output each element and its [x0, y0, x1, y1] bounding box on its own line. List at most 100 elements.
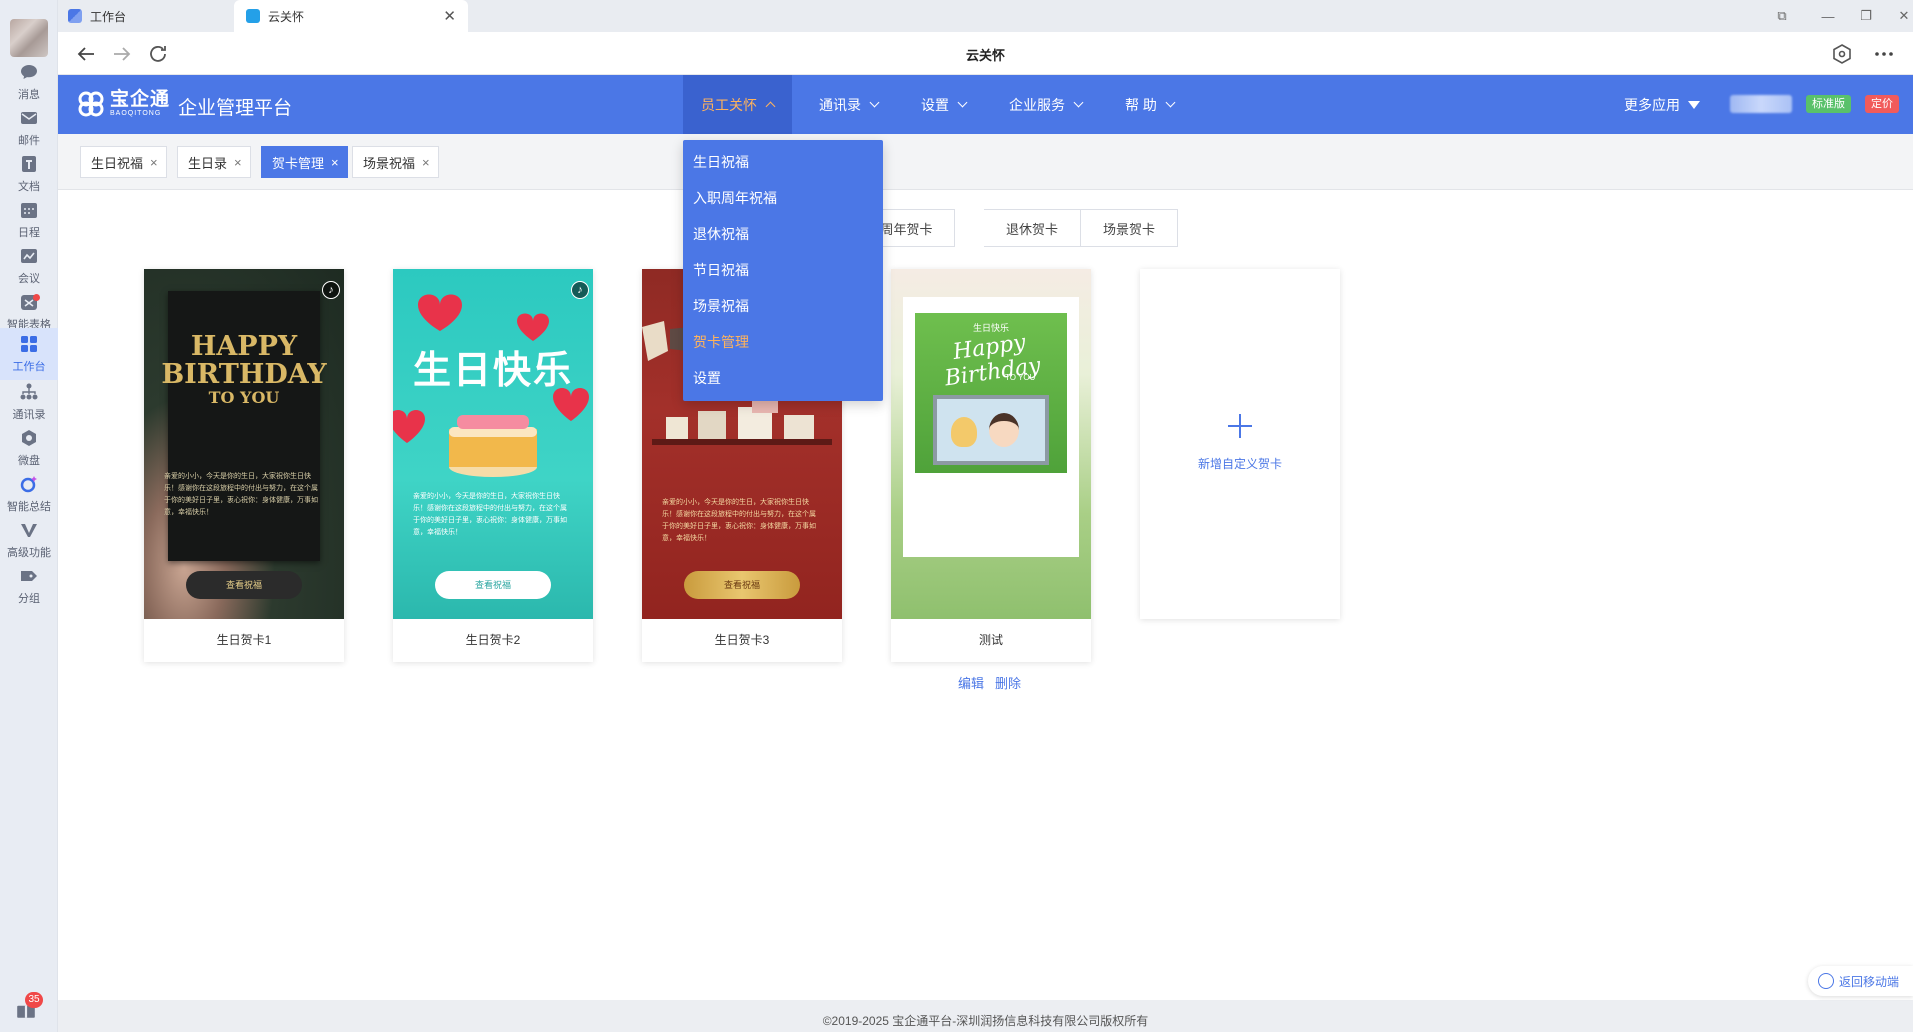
- card-body-text: 亲爱的小小，今天是你的生日，大家祝你生日快乐！感谢你在这段旅程中的付出与努力，在…: [164, 473, 318, 516]
- page-tab-card-management[interactable]: 贺卡管理 ×: [261, 146, 348, 178]
- caret-down-icon: [1688, 100, 1700, 109]
- edition-badge[interactable]: 标准版: [1806, 95, 1851, 113]
- rail-item-label: 消息: [18, 89, 40, 101]
- back-to-mobile-button[interactable]: 返回移动端: [1808, 966, 1913, 996]
- rail-item-label: 会议: [18, 273, 40, 285]
- add-custom-card-button[interactable]: 新增自定义贺卡: [1140, 269, 1340, 619]
- browser-tab-label: 云关怀: [268, 9, 305, 24]
- chat-bubble-icon: [21, 65, 37, 79]
- edit-card-link[interactable]: 编辑: [958, 673, 984, 692]
- rail-item-label: 邮件: [18, 135, 40, 147]
- rail-item-meeting[interactable]: 会议: [0, 240, 58, 292]
- card-view-button: 查看祝福: [684, 571, 800, 599]
- browser-tab-yunguanhuai[interactable]: 云关怀 ✕: [234, 0, 468, 32]
- gift-notification-button[interactable]: 35: [15, 992, 43, 1024]
- card-thumbnail: HAPPY BIRTHDAY TO YOU 亲爱的小小，今天是你的生日，大家祝你…: [144, 269, 344, 619]
- more-apps-menu[interactable]: 更多应用: [1624, 75, 1700, 134]
- rail-item-calendar[interactable]: 日程: [0, 194, 58, 246]
- card-birthday-2[interactable]: 生日快乐 亲爱的小小，今天是你的生日，大家祝你生日快乐！感谢你在这段旅程中的付出…: [393, 269, 593, 662]
- chevron-down-icon: [1073, 97, 1084, 108]
- meeting-icon: [21, 249, 37, 263]
- nav-enterprise-service[interactable]: 企业服务: [1009, 75, 1084, 134]
- card-view-button: 查看祝福: [435, 571, 551, 599]
- minimize-icon[interactable]: —: [1810, 0, 1846, 32]
- window-close-icon[interactable]: ✕: [1886, 0, 1913, 32]
- logo-cn-text: 宝企通: [110, 89, 171, 110]
- brand-logo[interactable]: 宝企通 BAOQITONG: [78, 90, 170, 117]
- rail-item-contacts[interactable]: 通讯录: [0, 376, 58, 428]
- nav-label: 设置: [921, 96, 949, 113]
- music-note-icon[interactable]: ♪: [322, 281, 340, 299]
- card-headline: 生日快乐: [412, 350, 573, 392]
- rail-item-drive[interactable]: 微盘: [0, 422, 58, 474]
- restore-icon[interactable]: ❐: [1848, 0, 1884, 32]
- card-birthday-1[interactable]: HAPPY BIRTHDAY TO YOU 亲爱的小小，今天是你的生日，大家祝你…: [144, 269, 344, 662]
- logo-en-text: BAOQITONG: [110, 110, 162, 117]
- left-rail: 消息 邮件 文档 日程 会议 智能表格 工作台 通讯录 微盘 智能总结 高级功能: [0, 0, 58, 1032]
- rail-item-label: 通讯录: [12, 409, 46, 421]
- pin-window-icon[interactable]: ⧉: [1764, 0, 1800, 32]
- page-tab-scene[interactable]: 场景祝福 ×: [352, 146, 439, 178]
- user-avatar[interactable]: [10, 19, 48, 57]
- workbench-grid-icon: [21, 336, 37, 352]
- close-icon[interactable]: ×: [422, 155, 430, 170]
- browser-tab-workbench[interactable]: 工作台: [68, 0, 238, 32]
- back-circle-icon: [1818, 973, 1834, 989]
- rail-item-label: 工作台: [12, 361, 46, 373]
- card-view-button: 查看祝福: [186, 571, 302, 599]
- app-icon: [246, 9, 260, 23]
- close-icon[interactable]: ✕: [443, 7, 456, 25]
- segment-retirement-cards[interactable]: 退休贺卡: [984, 209, 1081, 247]
- nav-contacts[interactable]: 通讯录: [819, 75, 880, 134]
- pricing-badge[interactable]: 定价: [1865, 95, 1899, 113]
- page-tab-birthday[interactable]: 生日祝福 ×: [80, 146, 167, 178]
- page-title: 云关怀: [965, 48, 1005, 63]
- page-tab-strip: 生日祝福 × 生日录 × 贺卡管理 × 场景祝福 ×: [58, 134, 1913, 190]
- rail-item-label: 微盘: [18, 455, 40, 467]
- workbench-grid-icon: [68, 9, 82, 23]
- page-tab-birthday-list[interactable]: 生日录 ×: [177, 146, 251, 178]
- card-caption: 测试: [978, 633, 1003, 647]
- music-note-icon[interactable]: ♪: [571, 281, 589, 299]
- rail-item-messages[interactable]: 消息: [0, 56, 58, 108]
- menu-item-retirement[interactable]: 退休祝福: [693, 224, 749, 244]
- address-bar: 云关怀: [58, 32, 1913, 75]
- nav-label: 企业服务: [1009, 96, 1065, 113]
- close-icon[interactable]: ×: [234, 155, 242, 170]
- notification-count-badge: 35: [25, 992, 43, 1008]
- menu-item-scene[interactable]: 场景祝福: [693, 296, 749, 316]
- nav-help[interactable]: 帮 助: [1125, 75, 1176, 134]
- menu-item-card-management[interactable]: 贺卡管理: [693, 332, 749, 352]
- settings-hex-icon[interactable]: [1830, 42, 1854, 66]
- nav-employee-care[interactable]: 员工关怀: [683, 75, 792, 134]
- nav-settings[interactable]: 设置: [921, 75, 968, 134]
- menu-item-anniversary[interactable]: 入职周年祝福: [693, 188, 777, 208]
- org-chart-icon: [20, 383, 38, 400]
- menu-item-festival[interactable]: 节日祝福: [693, 260, 749, 280]
- menu-item-birthday[interactable]: 生日祝福: [693, 152, 749, 172]
- page-tab-label: 生日录: [188, 155, 228, 171]
- rail-item-mail[interactable]: 邮件: [0, 102, 58, 154]
- rail-item-docs[interactable]: 文档: [0, 148, 58, 200]
- browser-tab-bar: 工作台 云关怀 ✕ ⧉ — ❐ ✕: [58, 0, 1913, 32]
- chevron-down-icon: [957, 97, 968, 108]
- close-icon[interactable]: ×: [150, 155, 158, 170]
- close-icon[interactable]: ×: [331, 155, 339, 170]
- user-name-blurred[interactable]: [1730, 95, 1792, 113]
- chevron-down-icon: [1165, 97, 1176, 108]
- cloud-drive-icon: [22, 430, 36, 446]
- rail-item-workbench[interactable]: 工作台: [0, 328, 58, 380]
- platform-title: 企业管理平台: [178, 98, 293, 119]
- rail-item-ai-summary[interactable]: 智能总结: [0, 468, 58, 520]
- delete-card-link[interactable]: 删除: [995, 673, 1021, 692]
- menu-item-settings[interactable]: 设置: [693, 368, 721, 388]
- rail-item-label: 高级功能: [7, 547, 51, 559]
- card-test[interactable]: 生日快乐 Happy Birthday TO YOU 测试: [891, 269, 1091, 662]
- rail-item-advanced[interactable]: 高级功能: [0, 514, 58, 566]
- more-dots-icon[interactable]: [1872, 42, 1896, 66]
- segment-scene-cards[interactable]: 场景贺卡: [1081, 209, 1178, 247]
- document-icon: [22, 156, 36, 172]
- app-header: 宝企通 BAOQITONG 企业管理平台 员工关怀 通讯录 设置 企业服务 帮 …: [58, 75, 1913, 134]
- rail-item-label: 日程: [18, 227, 40, 239]
- rail-item-group[interactable]: 分组: [0, 560, 58, 612]
